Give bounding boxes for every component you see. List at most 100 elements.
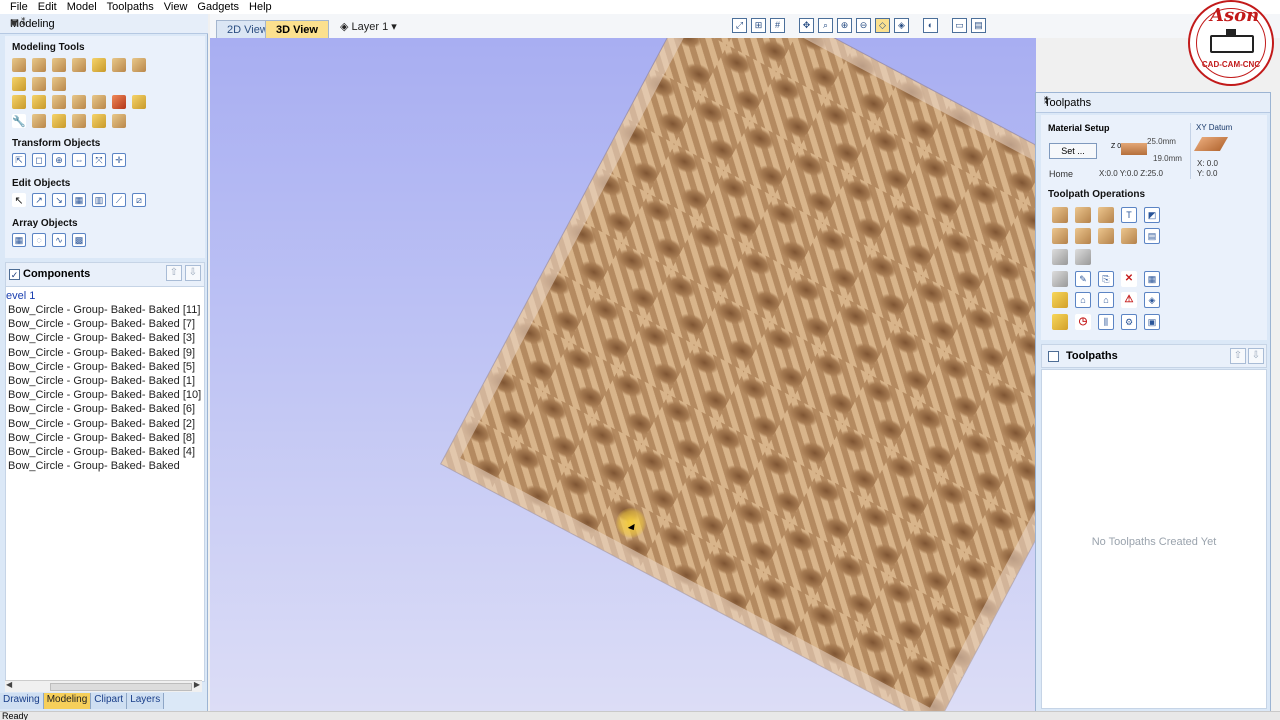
dome-icon[interactable] <box>52 114 66 128</box>
scroll-left-icon[interactable]: ◀ <box>6 680 12 689</box>
machine-icon[interactable]: ⚙ <box>1121 314 1137 330</box>
pyramid-icon[interactable] <box>112 114 126 128</box>
calculator-icon[interactable]: ▦ <box>1144 271 1160 287</box>
prism-toolpath-icon[interactable] <box>1075 228 1091 244</box>
layer-select[interactable]: ◈ Layer 1 ▾ <box>340 20 397 33</box>
move-up-icon[interactable]: ⇧ <box>1230 348 1246 364</box>
tool-icon[interactable] <box>1052 314 1068 330</box>
tab-layers[interactable]: Layers <box>127 693 165 709</box>
pin-icon[interactable]: ⁑ <box>1044 96 1264 107</box>
list-item[interactable]: Bow_Circle - Group- Baked- Baked [4] <box>8 446 204 460</box>
toolpaths-checkbox[interactable] <box>1048 351 1059 362</box>
layer-toolpath-icon[interactable]: ◈ <box>1144 292 1160 308</box>
sculpt-icon[interactable] <box>52 77 66 91</box>
measure-icon[interactable]: ⟋ <box>112 193 126 207</box>
pocket-toolpath-icon[interactable] <box>1075 207 1091 223</box>
drilling-toolpath-icon[interactable] <box>1098 207 1114 223</box>
tilt-icon[interactable] <box>52 95 66 109</box>
roughing-toolpath-icon[interactable] <box>1052 249 1068 265</box>
layout-icon[interactable]: ▤ <box>971 18 986 33</box>
shading-icon[interactable]: ◐ <box>923 18 938 33</box>
save-toolpath-icon[interactable]: ▣ <box>1144 314 1160 330</box>
menu-model[interactable]: Model <box>62 0 102 14</box>
list-item[interactable]: Bow_Circle - Group- Baked- Baked [6] <box>8 403 204 417</box>
list-item[interactable]: Bow_Circle - Group- Baked- Baked [7] <box>8 318 204 332</box>
import-icon[interactable] <box>12 77 26 91</box>
3d-viewport[interactable] <box>210 38 1036 711</box>
list-item[interactable]: Bow_Circle - Group- Baked- Baked [9] <box>8 347 204 361</box>
reset-preview-icon[interactable]: ⚠ <box>1121 292 1137 308</box>
merge-toolpath-icon[interactable]: ⌂ <box>1075 292 1091 308</box>
menu-file[interactable]: File <box>0 0 33 14</box>
list-item[interactable]: Bow_Circle - Group- Baked- Baked [1] <box>8 375 204 389</box>
scroll-thumb[interactable] <box>50 683 192 691</box>
menu-help[interactable]: Help <box>244 0 277 14</box>
flatten-icon[interactable] <box>12 95 26 109</box>
list-item[interactable]: Bow_Circle - Group- Baked- Baked [8] <box>8 432 204 446</box>
texture-icon[interactable] <box>112 58 126 72</box>
pan-icon[interactable]: ✥ <box>799 18 814 33</box>
move-up-icon[interactable]: ⇧ <box>166 265 182 281</box>
clock-icon[interactable]: ◷ <box>1075 314 1091 330</box>
tab-clipart[interactable]: Clipart <box>91 693 128 709</box>
size-icon[interactable]: ⤧ <box>92 153 106 167</box>
zoom-in-icon[interactable]: ⊕ <box>837 18 852 33</box>
set-button[interactable]: Set ... <box>1049 143 1097 159</box>
texture-toolpath-icon[interactable]: ▤ <box>1144 228 1160 244</box>
list-item[interactable]: Bow_Circle - Group- Baked- Baked [10] <box>8 389 204 403</box>
copy-toolpath-icon[interactable]: ⎘ <box>1098 271 1114 287</box>
zoom-out-icon[interactable]: ⊖ <box>856 18 871 33</box>
component-icon[interactable] <box>32 77 46 91</box>
lock-icon[interactable] <box>92 114 106 128</box>
align-center-icon[interactable]: ⊕ <box>52 153 66 167</box>
engrave-toolpath-icon[interactable]: T <box>1121 207 1137 223</box>
node-edit-icon[interactable]: ↗ <box>32 193 46 207</box>
ungroup-icon[interactable]: ▥ <box>92 193 106 207</box>
circular-array-icon[interactable]: ◌ <box>32 233 46 247</box>
trim-icon[interactable]: ⧄ <box>132 193 146 207</box>
tab-3d-view[interactable]: 3D View <box>265 20 329 38</box>
list-item[interactable]: Bow_Circle - Group- Baked- Baked [11] <box>8 304 204 318</box>
menu-view[interactable]: View <box>159 0 193 14</box>
split-icon[interactable]: ⫼ <box>1098 314 1114 330</box>
template-icon[interactable]: ⌂ <box>1098 292 1114 308</box>
preview-toolpath-icon[interactable] <box>1052 292 1068 308</box>
iso-view-icon[interactable]: ◇ <box>875 18 890 33</box>
vcarve-toolpath-icon[interactable] <box>1052 228 1068 244</box>
transform-select-icon[interactable]: ↘ <box>52 193 66 207</box>
snap-grid-icon[interactable]: ⊞ <box>751 18 766 33</box>
menu-gadgets[interactable]: Gadgets <box>192 0 244 14</box>
top-view-icon[interactable]: ◈ <box>894 18 909 33</box>
mirror-icon[interactable] <box>32 114 46 128</box>
nest-icon[interactable]: ▩ <box>72 233 86 247</box>
pin-icon[interactable]: ▣ ⁑ <box>10 17 200 28</box>
quick-engrave-icon[interactable]: ◩ <box>1144 207 1160 223</box>
scroll-right-icon[interactable]: ▶ <box>194 680 200 689</box>
zoom-extents-icon[interactable]: ⤢ <box>732 18 747 33</box>
menu-toolpaths[interactable]: Toolpaths <box>102 0 159 14</box>
level-label[interactable]: evel 1 <box>6 290 35 302</box>
move-icon[interactable]: ⇱ <box>12 153 26 167</box>
extrude-icon[interactable] <box>32 58 46 72</box>
bake-icon[interactable] <box>112 95 126 109</box>
zoom-box-icon[interactable]: ⌕ <box>818 18 833 33</box>
group-icon[interactable]: ▦ <box>72 193 86 207</box>
fade-icon[interactable] <box>32 95 46 109</box>
wrap-icon[interactable] <box>92 58 106 72</box>
profile-toolpath-icon[interactable] <box>1052 207 1068 223</box>
grid-icon[interactable]: # <box>770 18 785 33</box>
horizontal-scrollbar[interactable]: ◀ ▶ <box>5 680 202 692</box>
menu-edit[interactable]: Edit <box>33 0 62 14</box>
tool-database-icon[interactable] <box>1052 271 1068 287</box>
components-checkbox[interactable]: ✓ <box>9 269 20 280</box>
wrench-icon[interactable]: 🔧 <box>12 114 26 128</box>
mirror-objects-icon[interactable]: ⇔ <box>72 153 86 167</box>
sweep-icon[interactable] <box>132 58 146 72</box>
list-item[interactable]: Bow_Circle - Group- Baked- Baked [5] <box>8 361 204 375</box>
tab-modeling[interactable]: Modeling <box>43 693 92 709</box>
move-down-icon[interactable]: ⇩ <box>185 265 201 281</box>
fluting-toolpath-icon[interactable] <box>1098 228 1114 244</box>
array-grid-icon[interactable]: ▦ <box>12 233 26 247</box>
scale-icon[interactable]: ◻ <box>32 153 46 167</box>
smooth-icon[interactable] <box>92 95 106 109</box>
